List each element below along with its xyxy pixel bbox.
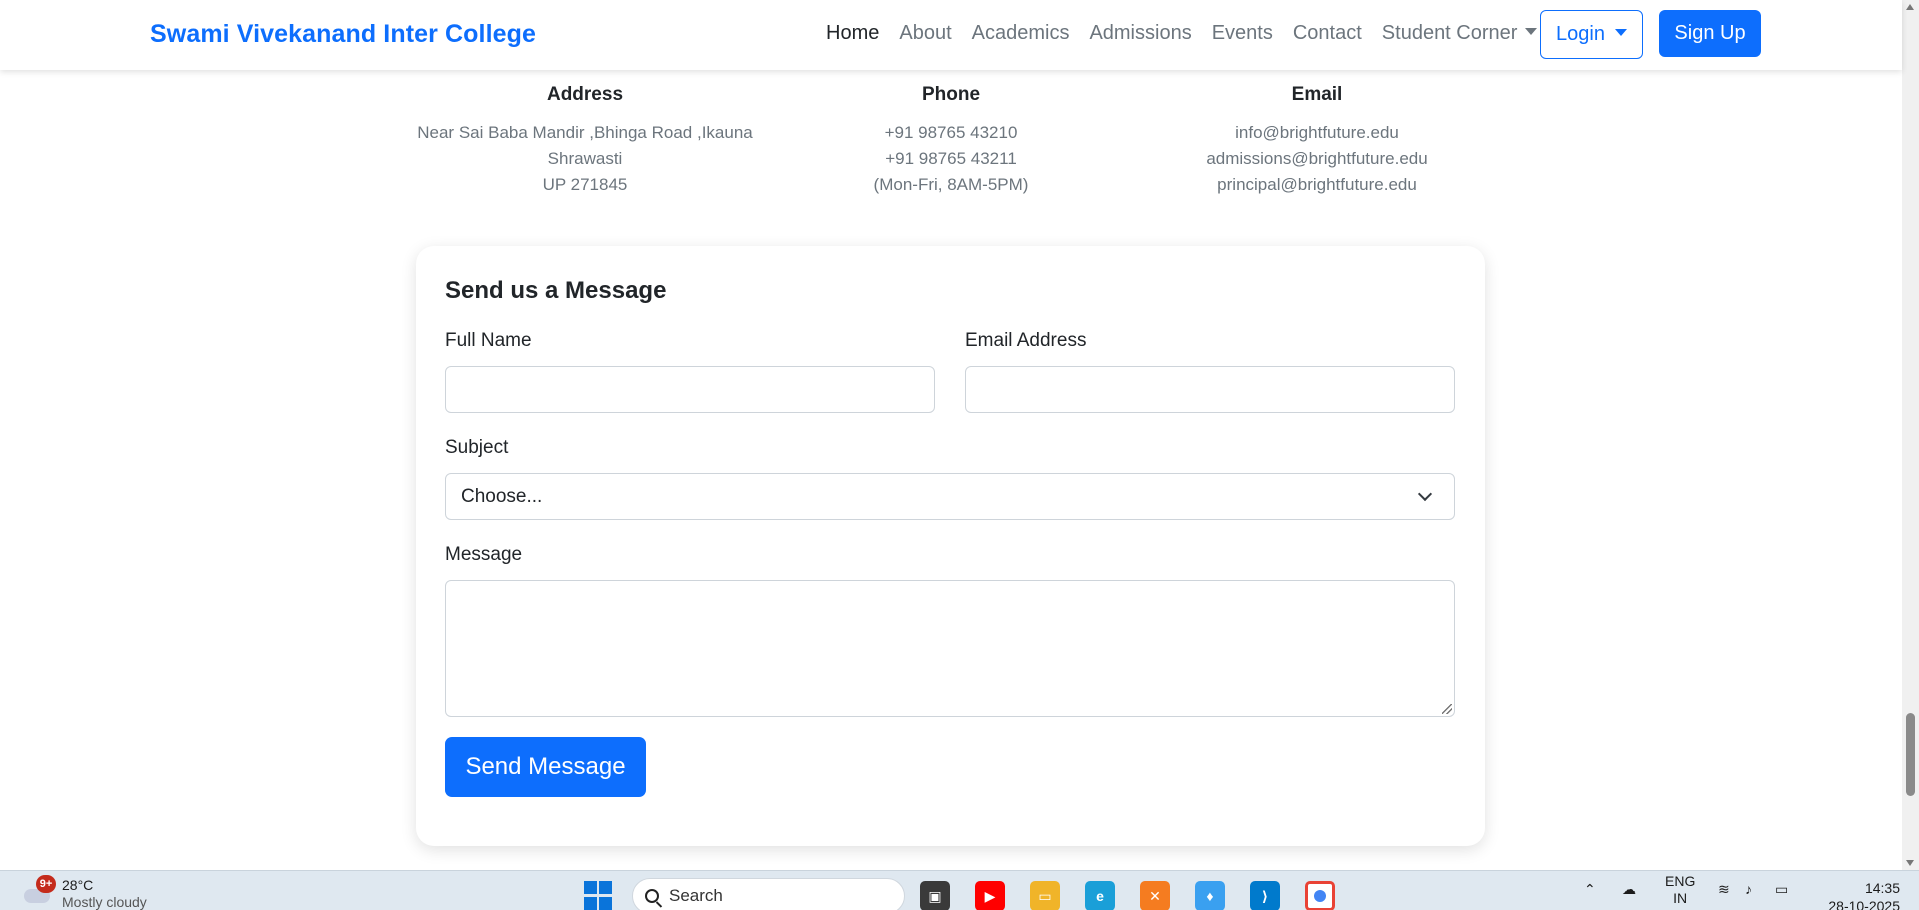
send-message-button[interactable]: Send Message <box>445 737 646 797</box>
nav-about[interactable]: About <box>899 22 951 45</box>
student-corner-label: Student Corner <box>1381 22 1518 44</box>
page-scrollbar[interactable] <box>1902 0 1919 870</box>
weather-temperature: 28°C <box>62 877 94 893</box>
language-indicator[interactable]: ENG IN <box>1665 873 1695 907</box>
signup-button[interactable]: Sign Up <box>1659 10 1761 57</box>
address-line: UP 271845 <box>542 175 628 194</box>
phone-block: Phone +91 98765 43210 +91 98765 43211 (M… <box>766 84 1136 198</box>
phone-line: +91 98765 43210 <box>884 123 1018 142</box>
windows-taskbar: 9+ 28°C Mostly cloudy Search ▣ ▶ ▭ e ✕ ♦… <box>0 870 1919 910</box>
subject-selected-value: Choose... <box>461 485 543 507</box>
subject-select[interactable]: Choose... <box>445 473 1455 520</box>
nav-events[interactable]: Events <box>1212 22 1273 45</box>
email-address-label: Email Address <box>965 330 1087 351</box>
cloud-weather-icon: 9+ <box>20 875 56 907</box>
form-title: Send us a Message <box>445 277 667 304</box>
email-line: info@brightfuture.edu <box>1235 123 1399 142</box>
region-code: IN <box>1673 890 1688 906</box>
brand-logo[interactable]: Swami Vivekanand Inter College <box>150 20 536 49</box>
subject-label: Subject <box>445 437 509 458</box>
phone-line: +91 98765 43211 <box>885 149 1017 168</box>
search-placeholder: Search <box>669 886 723 905</box>
system-clock[interactable]: 14:35 28-10-2025 <box>1815 879 1900 910</box>
full-name-input[interactable] <box>445 366 935 413</box>
volume-icon[interactable]: ♪ <box>1745 881 1752 897</box>
chevron-down-icon <box>1417 486 1433 502</box>
edge-browser-icon[interactable]: e <box>1085 881 1115 910</box>
message-form-card: Send us a Message Full Name Email Addres… <box>416 246 1485 846</box>
weather-condition: Mostly cloudy <box>62 894 147 910</box>
weather-widget[interactable]: 9+ 28°C Mostly cloudy <box>20 875 147 910</box>
message-textarea[interactable] <box>445 580 1455 717</box>
task-view-icon[interactable]: ▣ <box>920 881 950 910</box>
language-code: ENG <box>1665 873 1696 889</box>
address-line: Near Sai Baba Mandir ,Bhinga Road ,Ikaun… <box>417 123 753 142</box>
nav-contact[interactable]: Contact <box>1293 22 1362 45</box>
email-line: principal@brightfuture.edu <box>1217 175 1417 194</box>
app-blue-icon[interactable]: ♦ <box>1195 881 1225 910</box>
navbar: Swami Vivekanand Inter College Home Abou… <box>0 0 1902 70</box>
file-explorer-icon[interactable]: ▭ <box>1030 881 1060 910</box>
scroll-down-arrow-icon[interactable] <box>1906 860 1914 866</box>
address-block: Address Near Sai Baba Mandir ,Bhinga Roa… <box>400 84 770 198</box>
caret-down-icon <box>1525 28 1538 36</box>
email-line: admissions@brightfuture.edu <box>1206 149 1428 168</box>
address-title: Address <box>546 84 624 105</box>
nav-links: Home About Academics Admissions Events C… <box>826 22 1538 45</box>
address-line: Shrawasti <box>547 149 623 168</box>
windows-start-icon[interactable] <box>584 881 614 910</box>
resize-handle-icon[interactable] <box>1442 704 1452 714</box>
clock-time: 14:35 <box>1864 880 1900 896</box>
chrome-icon[interactable] <box>1305 881 1335 910</box>
vscode-icon[interactable]: ⟩ <box>1250 881 1280 910</box>
phone-title: Phone <box>921 84 981 105</box>
nav-student-corner-dropdown[interactable]: Student Corner <box>1382 22 1538 45</box>
taskbar-search[interactable]: Search <box>632 878 905 910</box>
email-address-input[interactable] <box>965 366 1455 413</box>
cloud-off-icon[interactable]: ☁ <box>1622 881 1636 898</box>
nav-home[interactable]: Home <box>826 22 879 45</box>
message-label: Message <box>445 544 523 565</box>
login-dropdown-button[interactable]: Login <box>1540 10 1643 59</box>
phone-hours: (Mon-Fri, 8AM-5PM) <box>873 175 1029 194</box>
nav-academics[interactable]: Academics <box>972 22 1070 45</box>
chevron-up-icon[interactable]: ⌃ <box>1584 881 1596 898</box>
xampp-icon[interactable]: ✕ <box>1140 881 1170 910</box>
login-label: Login <box>1556 23 1605 45</box>
email-title: Email <box>1291 84 1343 105</box>
email-block: Email info@brightfuture.edu admissions@b… <box>1132 84 1502 198</box>
notification-badge: 9+ <box>36 875 56 893</box>
full-name-label: Full Name <box>445 330 532 351</box>
youtube-icon[interactable]: ▶ <box>975 881 1005 910</box>
caret-down-icon <box>1614 29 1627 36</box>
scroll-up-arrow-icon[interactable] <box>1906 4 1914 10</box>
battery-icon[interactable]: ▭ <box>1775 881 1788 898</box>
clock-date: 28-10-2025 <box>1828 898 1900 910</box>
search-icon <box>645 889 659 903</box>
nav-admissions[interactable]: Admissions <box>1089 22 1191 45</box>
scroll-thumb[interactable] <box>1906 713 1915 796</box>
wifi-icon[interactable]: ≋ <box>1718 881 1730 898</box>
